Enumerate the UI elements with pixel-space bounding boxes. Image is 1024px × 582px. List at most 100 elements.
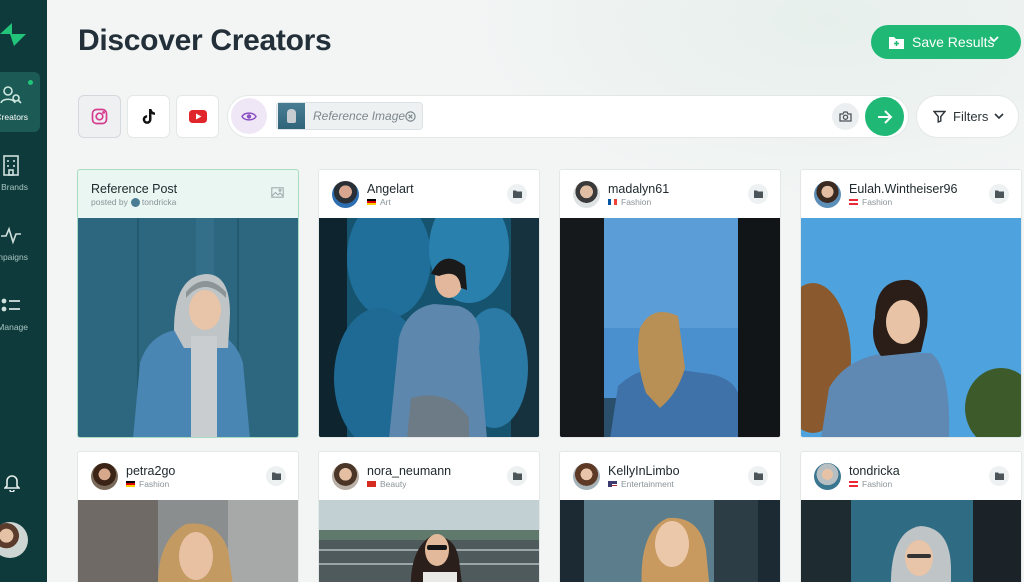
reference-image-chip[interactable]: Reference Image [276, 102, 423, 130]
instagram-button[interactable] [78, 95, 121, 138]
creator-name: nora_neumann [367, 464, 452, 478]
reference-post-title: Reference Post [91, 182, 178, 196]
posted-by: posted by tondricka [91, 197, 176, 207]
instagram-icon [91, 108, 108, 125]
sidebar: Creators Brands Campaigns Manage [0, 0, 47, 582]
creator-category: Fashion [849, 479, 892, 489]
youtube-button[interactable] [176, 95, 219, 138]
building-icon [3, 155, 19, 176]
post-image [560, 500, 780, 582]
category-label: Fashion [139, 479, 170, 489]
folder-plus-icon [994, 190, 1004, 198]
youtube-icon [188, 110, 207, 123]
folder-plus-icon [753, 190, 763, 198]
creator-avatar [91, 463, 118, 490]
sidebar-item-brands[interactable]: Brands [0, 142, 40, 202]
creator-name: KellyInLimbo [608, 464, 680, 478]
user-avatar[interactable] [0, 522, 28, 558]
creator-name: tondricka [849, 464, 900, 478]
flag-austria-icon [849, 481, 858, 487]
creator-card[interactable]: Eulah.Wintheiser96 Fashion [800, 169, 1022, 438]
save-to-folder-button[interactable] [266, 466, 286, 486]
active-dot [28, 80, 33, 85]
save-to-folder-button[interactable] [989, 466, 1009, 486]
filter-icon [933, 110, 946, 123]
creator-avatar [573, 181, 600, 208]
mini-avatar [130, 197, 140, 207]
flag-germany-icon [126, 481, 135, 487]
save-to-folder-button[interactable] [507, 466, 527, 486]
creator-card[interactable]: Angelart Art [318, 169, 540, 438]
creator-card[interactable]: petra2go Fashion [77, 451, 299, 582]
page-title: Discover Creators [78, 24, 332, 57]
app-logo-icon[interactable] [0, 20, 30, 48]
category-label: Art [380, 197, 391, 207]
post-image [78, 218, 298, 437]
flag-germany-icon [367, 199, 376, 205]
remove-chip-icon[interactable] [405, 111, 416, 122]
creator-name: madalyn61 [608, 182, 670, 196]
card-header: madalyn61 Fashion [560, 170, 780, 218]
save-results-label: Save Results [912, 34, 995, 50]
creator-category: Beauty [367, 479, 406, 489]
sidebar-item-campaigns[interactable]: Campaigns [0, 212, 40, 272]
flag-austria-icon [849, 199, 858, 205]
sidebar-item-label: Brands [1, 182, 28, 192]
card-header: Angelart Art [319, 170, 539, 218]
bell-icon[interactable] [4, 472, 20, 492]
pulse-icon [1, 226, 21, 245]
card-header: Reference Post posted by tondricka [78, 170, 298, 218]
creator-name: Eulah.Wintheiser96 [849, 182, 958, 196]
search-submit-button[interactable] [865, 97, 904, 136]
flag-france-icon [608, 199, 617, 205]
creator-category: Art [367, 197, 391, 207]
post-image [560, 218, 780, 437]
creator-card[interactable]: nora_neumann Beauty [318, 451, 540, 582]
folder-plus-icon [271, 472, 281, 480]
camera-upload-button[interactable] [832, 103, 859, 130]
save-to-folder-button[interactable] [748, 184, 768, 204]
creators-icon [0, 86, 22, 104]
card-header: Eulah.Wintheiser96 Fashion [801, 170, 1021, 218]
post-image [78, 500, 298, 582]
post-image [319, 218, 539, 437]
filters-label: Filters [953, 109, 989, 124]
card-header: nora_neumann Beauty [319, 452, 539, 500]
creator-name: petra2go [126, 464, 176, 478]
sidebar-item-creators[interactable]: Creators [0, 72, 40, 132]
eye-icon [241, 111, 257, 121]
save-results-button[interactable]: Save Results [871, 25, 1021, 59]
visual-search-toggle[interactable] [231, 98, 267, 134]
category-label: Fashion [862, 197, 893, 207]
creator-card[interactable]: tondricka Fashion [800, 451, 1022, 582]
card-header: tondricka Fashion [801, 452, 1021, 500]
camera-icon [839, 111, 852, 122]
creator-category: Entertainment [608, 479, 674, 489]
chevron-down-icon [989, 36, 999, 43]
reference-image-thumbnail [278, 103, 305, 129]
list-icon [1, 298, 20, 312]
save-to-folder-button[interactable] [989, 184, 1009, 204]
flag-usa-icon [608, 481, 617, 487]
filters-button[interactable]: Filters [916, 95, 1019, 138]
category-label: Entertainment [621, 479, 674, 489]
tiktok-button[interactable] [127, 95, 170, 138]
creator-category: Fashion [849, 197, 892, 207]
post-image [801, 218, 1021, 437]
sidebar-item-label: Creators [0, 112, 28, 122]
post-image [319, 500, 539, 582]
post-image [801, 500, 1021, 582]
card-header: petra2go Fashion [78, 452, 298, 500]
folder-plus-icon [512, 190, 522, 198]
creator-card[interactable]: KellyInLimbo Entertainment [559, 451, 781, 582]
creator-category: Fashion [126, 479, 169, 489]
creator-name: Angelart [367, 182, 414, 196]
creator-card[interactable]: madalyn61 Fashion [559, 169, 781, 438]
reference-post-card[interactable]: Reference Post posted by tondricka [77, 169, 299, 438]
category-label: Fashion [621, 197, 652, 207]
sidebar-item-manage[interactable]: Manage [0, 282, 40, 342]
save-to-folder-button[interactable] [507, 184, 527, 204]
sidebar-item-label: Campaigns [0, 252, 28, 262]
save-to-folder-button[interactable] [748, 466, 768, 486]
image-icon [271, 187, 284, 198]
